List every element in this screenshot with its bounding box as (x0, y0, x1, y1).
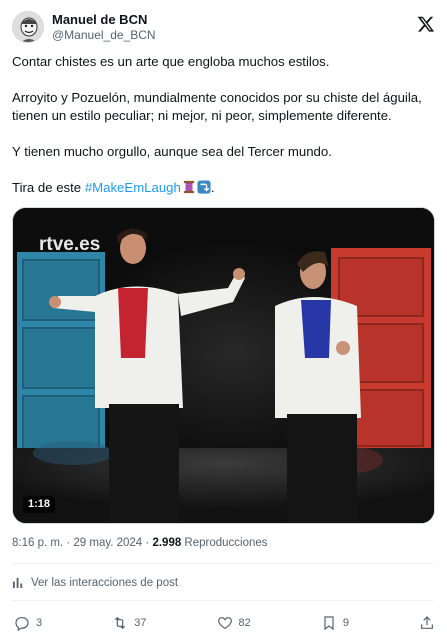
thread-spool-emoji-icon (183, 180, 195, 194)
video-player[interactable]: rtve.es 1:18 (12, 207, 435, 524)
analytics-label: Ver las interacciones de post (31, 576, 179, 589)
video-duration-badge: 1:18 (23, 496, 56, 513)
avatar-image (13, 12, 43, 42)
bar-chart-icon (12, 577, 23, 589)
tweet-line: Arroyito y Pozuelón, mundialmente conoci… (12, 90, 422, 105)
video-frame: rtve.es (13, 208, 434, 523)
bookmark-icon (324, 616, 334, 631)
meta-separator: · (142, 537, 153, 549)
author-handle[interactable]: @Manuel_de_BCN (52, 28, 156, 43)
video-watermark: rtve.es (39, 234, 100, 255)
tweet-paragraph: Arroyito y Pozuelón, mundialmente conoci… (12, 89, 435, 125)
bookmark-button[interactable]: 9 (321, 615, 349, 631)
repost-icon (115, 616, 126, 630)
author-names: Manuel de BCN @Manuel_de_BCN (52, 12, 156, 43)
x-logo-icon[interactable] (417, 15, 435, 33)
avatar[interactable] (12, 11, 44, 43)
reply-button[interactable]: 3 (14, 615, 42, 631)
heart-icon (217, 617, 232, 630)
tweet-line: tienen un estilo peculiar; ni mejor, ni … (12, 108, 392, 123)
views-count: 2.998 (152, 537, 182, 549)
action-bar: 3 37 82 9 (14, 614, 435, 632)
view-analytics-link[interactable]: Ver las interacciones de post (12, 576, 178, 589)
share-button[interactable] (419, 615, 435, 631)
bookmark-count: 9 (342, 617, 349, 629)
tweet-paragraph: Contar chistes es un arte que engloba mu… (12, 54, 330, 69)
tweet-paragraph: Y tienen mucho orgullo, aunque sea del T… (12, 144, 332, 159)
repost-button[interactable]: 37 (112, 615, 146, 631)
like-count: 82 (238, 617, 251, 629)
tweet-paragraph: Tira de este #MakeEmLaugh. (12, 179, 435, 197)
author-display-name[interactable]: Manuel de BCN (52, 12, 156, 28)
meta-separator: · (63, 537, 74, 549)
divider (12, 600, 435, 601)
tweet-meta: 8:16 p. m. · 29 may. 2024 · 2.998 Reprod… (12, 537, 268, 549)
repost-count: 37 (134, 617, 147, 629)
tweet-text-suffix: . (210, 180, 215, 195)
hashtag-link[interactable]: #MakeEmLaugh (85, 180, 181, 195)
divider (12, 563, 435, 564)
reply-count: 3 (36, 617, 43, 629)
tweet-time[interactable]: 8:16 p. m. (12, 537, 63, 549)
tweet-date[interactable]: 29 may. 2024 (73, 537, 142, 549)
views-label: Reproducciones (181, 537, 268, 549)
share-icon (421, 616, 433, 629)
reply-icon (15, 617, 29, 631)
tweet-card: Manuel de BCN @Manuel_de_BCN Contar chis… (0, 0, 447, 643)
tweet-text: Contar chistes es un arte que engloba mu… (12, 53, 435, 215)
like-button[interactable]: 82 (217, 615, 251, 631)
tweet-header: Manuel de BCN @Manuel_de_BCN (12, 11, 435, 45)
right-arrow-curving-down-emoji-icon (197, 180, 211, 194)
tweet-text-prefix: Tira de este (12, 180, 85, 195)
